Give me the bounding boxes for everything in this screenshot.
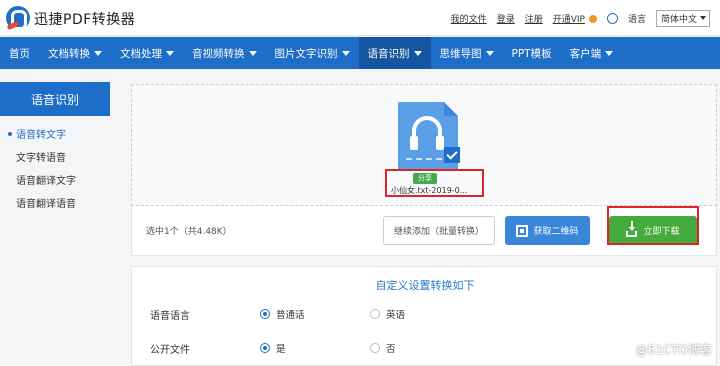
my-files-link[interactable]: 我的文件: [451, 12, 487, 25]
sidebar-item-speech-translate-speech[interactable]: 语音翻译语音: [0, 191, 110, 214]
bullet-icon: [8, 178, 12, 182]
nav-document-process[interactable]: 文档处理: [111, 37, 183, 69]
sidebar-item-label: 语音翻译文字: [16, 176, 76, 187]
settings-title: 自定义设置转换如下: [375, 279, 475, 292]
nav-mind-map[interactable]: 思维导图: [431, 37, 503, 69]
checkmark-icon[interactable]: [444, 147, 460, 163]
radio-label: 普通话: [276, 310, 305, 321]
sidebar-item-label: 语音转文字: [16, 130, 66, 141]
caret-down-icon: [341, 50, 350, 56]
bullet-icon: [8, 201, 12, 205]
radio-label: 否: [386, 344, 396, 355]
bullet-icon: [8, 155, 12, 159]
nav-label: 客户端: [569, 47, 602, 60]
nav-av-convert[interactable]: 音视频转换: [183, 37, 266, 69]
radio-public-yes[interactable]: 是: [260, 341, 286, 355]
highlight-box-download: [607, 206, 699, 245]
nav-label: 音视频转换: [192, 47, 245, 60]
caret-down-icon: [605, 50, 614, 56]
caret-down-icon: [94, 50, 102, 56]
main-nav: 首页 文档转换 文档处理 音视频转换 图片文字识别 语音识别 思维导图 PPT模…: [0, 37, 720, 69]
nav-label: 图片文字识别: [274, 47, 338, 60]
sidebar-item-speech-translate-text[interactable]: 语音翻译文字: [0, 168, 110, 191]
qrcode-icon: [516, 224, 529, 237]
radio-circle-icon: [260, 343, 270, 353]
sidebar: 语音识别 语音转文字 文字转语音 语音翻译文字 语音翻译语音: [0, 82, 110, 214]
caret-down-icon: [413, 50, 422, 56]
top-links: 我的文件 登录 注册 开通VIP 语言 简体中文: [451, 10, 710, 27]
radio-public-no[interactable]: 否: [370, 341, 396, 355]
nav-speech-recognition[interactable]: 语音识别: [358, 37, 431, 69]
sidebar-item-label: 文字转语音: [16, 153, 66, 164]
nav-image-ocr[interactable]: 图片文字识别: [266, 37, 359, 69]
nav-client[interactable]: 客户端: [561, 37, 623, 69]
radio-mandarin[interactable]: 普通话: [260, 307, 305, 321]
notification-dot-icon: [588, 14, 597, 23]
headphone-left-ear: [410, 136, 418, 150]
bullet-icon: [8, 131, 12, 136]
radio-circle-icon: [260, 309, 270, 319]
headphone-right-ear: [436, 136, 444, 150]
nav-home[interactable]: 首页: [0, 37, 39, 69]
nav-document-convert[interactable]: 文档转换: [39, 37, 111, 69]
globe-icon: [606, 13, 618, 24]
sidebar-item-text-to-speech[interactable]: 文字转语音: [0, 145, 110, 168]
nav-label: PPT模板: [511, 47, 552, 60]
highlight-box-file: [385, 169, 484, 197]
language-label: 语言: [627, 15, 646, 25]
radio-label: 是: [276, 344, 286, 355]
top-bar: 迅捷PDF转换器 我的文件 登录 注册 开通VIP 语言 简体中文: [0, 0, 720, 36]
brand-name[interactable]: 迅捷PDF转换器: [34, 9, 135, 29]
nav-ppt-templates[interactable]: PPT模板: [503, 37, 561, 69]
app-logo-icon[interactable]: [6, 6, 30, 30]
add-more-button[interactable]: 继续添加（批量转换）: [383, 216, 495, 245]
sidebar-item-label: 语音翻译语音: [16, 199, 76, 210]
file-dash-line: [406, 158, 442, 160]
caret-down-icon: [166, 50, 174, 56]
conversion-settings: 自定义设置转换如下 语音语言 普通话 英语 公开文件 是 否: [131, 266, 717, 366]
setting-label-language: 语音语言: [150, 311, 190, 322]
radio-label: 英语: [386, 310, 406, 321]
register-link[interactable]: 注册: [525, 12, 543, 25]
sidebar-item-speech-to-text[interactable]: 语音转文字: [0, 122, 110, 145]
qrcode-label: 获取二维码: [533, 227, 579, 237]
nav-label: 文档转换: [48, 47, 90, 60]
language-select[interactable]: 简体中文: [655, 10, 710, 27]
sidebar-list: 语音转文字 文字转语音 语音翻译文字 语音翻译语音: [0, 116, 110, 214]
selection-info: 选中1个（共4.48K）: [146, 227, 232, 237]
caret-down-icon: [485, 50, 494, 56]
caret-down-icon: [248, 50, 257, 56]
radio-english[interactable]: 英语: [370, 307, 405, 321]
nav-label: 语音识别: [367, 47, 410, 60]
radio-circle-icon: [370, 343, 380, 353]
nav-label: 文档处理: [120, 47, 162, 60]
setting-label-public-file: 公开文件: [150, 345, 190, 356]
vip-link[interactable]: 开通VIP: [553, 12, 585, 25]
radio-circle-icon: [370, 309, 380, 319]
watermark-text: @51CTO博客: [635, 343, 712, 357]
add-more-label: 继续添加（批量转换）: [393, 227, 484, 237]
get-qrcode-button[interactable]: 获取二维码: [505, 216, 590, 245]
sidebar-title: 语音识别: [0, 82, 110, 116]
nav-label: 首页: [9, 47, 30, 60]
login-link[interactable]: 登录: [497, 12, 515, 25]
nav-label: 思维导图: [439, 47, 482, 60]
